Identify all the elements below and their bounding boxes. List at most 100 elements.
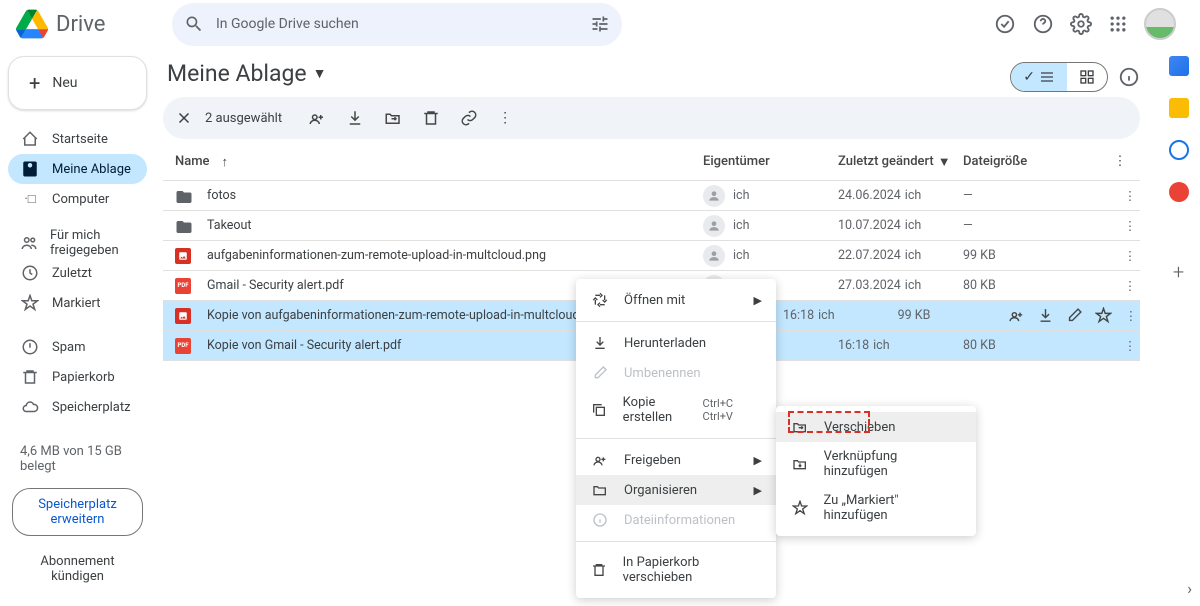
file-row[interactable]: aufgabeninformationen-zum-remote-upload-… <box>163 241 1140 271</box>
chevron-down-icon: ▼ <box>313 65 327 82</box>
add-app-button[interactable]: + <box>1173 260 1184 284</box>
search-bar[interactable]: In Google Drive suchen <box>172 3 622 46</box>
share-icon[interactable] <box>1008 307 1025 324</box>
file-row[interactable]: fotosich24.06.2024ich—⋮ <box>163 181 1140 211</box>
file-size: 99 KB <box>963 248 1083 263</box>
sidebar-item-shared[interactable]: Für mich freigegeben <box>8 228 147 258</box>
contacts-app-icon[interactable] <box>1169 182 1189 202</box>
shortcut-icon <box>790 456 810 472</box>
copy-icon <box>590 402 609 418</box>
row-menu-button[interactable]: ⋮ <box>1120 278 1140 294</box>
sort-up-icon[interactable]: ↑ <box>222 154 229 170</box>
sidebar-item-recent[interactable]: Zuletzt <box>8 258 147 288</box>
ctx-copy[interactable]: Kopie erstellenCtrl+C Ctrl+V <box>576 388 776 432</box>
row-actions <box>1008 307 1112 324</box>
side-panel: + <box>1156 48 1200 606</box>
sidebar-item-computers[interactable]: ·□Computer <box>8 184 147 214</box>
file-name: Takeout <box>207 218 252 233</box>
download-icon[interactable] <box>346 109 364 127</box>
ctx-download[interactable]: Herunterladen <box>576 328 776 358</box>
sidebar-item-storage[interactable]: Speicherplatz <box>8 392 147 422</box>
col-modified[interactable]: Zuletzt geändert <box>838 154 934 169</box>
gear-icon[interactable] <box>1070 13 1092 35</box>
list-view-button[interactable]: ✓ <box>1011 63 1067 91</box>
ctx-organize[interactable]: Organisieren▶ <box>576 475 776 505</box>
row-menu-button[interactable]: ⋮ <box>1120 218 1140 234</box>
ctx-trash[interactable]: In Papierkorb verschieben <box>576 548 776 592</box>
header-bar: Drive In Google Drive suchen <box>0 0 1200 48</box>
calendar-app-icon[interactable] <box>1169 56 1189 76</box>
file-name: Kopie von aufgabeninformationen-zum-remo… <box>207 308 604 323</box>
more-icon[interactable]: ⋮ <box>498 110 512 126</box>
ctx-share[interactable]: Freigeben▶ <box>576 445 776 475</box>
selection-count: 2 ausgewählt <box>205 111 282 126</box>
list-icon <box>1039 69 1055 85</box>
move-icon[interactable] <box>384 109 402 127</box>
drive-logo-icon <box>16 8 48 40</box>
file-size: 80 KB <box>963 278 1083 293</box>
shared-icon <box>20 234 38 252</box>
submenu-move[interactable]: Verschieben <box>776 412 976 442</box>
file-type-icon <box>175 308 191 324</box>
sidebar-item-trash[interactable]: Papierkorb <box>8 362 147 392</box>
info-icon[interactable] <box>1118 66 1140 88</box>
file-size: — <box>963 188 1083 203</box>
row-menu-button[interactable]: ⋮ <box>1120 248 1140 264</box>
row-menu-button[interactable]: ⋮ <box>1120 338 1140 354</box>
file-name: fotos <box>207 188 236 203</box>
avatar[interactable] <box>1144 8 1176 40</box>
keep-app-icon[interactable] <box>1169 98 1189 118</box>
col-name[interactable]: Name <box>175 154 210 169</box>
sidebar-item-home[interactable]: Startseite <box>8 124 147 154</box>
spam-icon <box>20 338 40 356</box>
sidebar-item-starred[interactable]: Markiert <box>8 288 147 318</box>
product-name: Drive <box>56 12 105 37</box>
chevron-down-icon[interactable]: ▼ <box>938 154 951 170</box>
row-menu-button[interactable]: ⋮ <box>1122 308 1140 324</box>
offline-icon[interactable] <box>994 13 1016 35</box>
content-area: Meine Ablage ▼ ✓ 2 ausgewählt ⋮ Name ↑ <box>155 48 1156 606</box>
link-icon[interactable] <box>460 109 478 127</box>
help-icon[interactable] <box>1032 13 1054 35</box>
owner-avatar-icon <box>703 245 725 267</box>
grid-view-button[interactable] <box>1067 63 1107 91</box>
collapse-panel-icon[interactable]: › <box>1187 579 1192 598</box>
storage-text: 4,6 MB von 15 GB belegt <box>8 436 147 482</box>
delete-icon[interactable] <box>422 109 440 127</box>
search-tune-icon[interactable] <box>590 14 610 34</box>
close-selection-button[interactable] <box>175 109 193 127</box>
expand-storage-button[interactable]: Speicherplatz erweitern <box>12 488 143 536</box>
row-menu-button[interactable]: ⋮ <box>1120 188 1140 204</box>
file-row[interactable]: Takeoutich10.07.2024ich—⋮ <box>163 211 1140 241</box>
star-icon[interactable] <box>1095 307 1112 324</box>
file-name: Gmail - Security alert.pdf <box>207 278 344 293</box>
owner-name: ich <box>733 188 749 203</box>
cancel-subscription-link[interactable]: Abonnement kündigen <box>8 542 147 596</box>
apps-icon[interactable] <box>1108 14 1128 34</box>
col-size[interactable]: Dateigröße <box>963 154 1083 169</box>
file-size: — <box>963 218 1083 233</box>
submenu-star[interactable]: Zu „Markiert" hinzufügen <box>776 486 976 530</box>
header-icons <box>994 8 1176 40</box>
tasks-app-icon[interactable] <box>1169 140 1189 160</box>
open-icon <box>590 292 610 308</box>
ctx-rename: Umbenennen <box>576 358 776 388</box>
pencil-icon[interactable] <box>1066 307 1083 324</box>
modified-by: ich <box>905 278 921 293</box>
file-type-icon <box>175 248 191 264</box>
submenu-shortcut[interactable]: Verknüpfung hinzufügen <box>776 442 976 486</box>
sidebar-item-mydrive[interactable]: Meine Ablage <box>8 154 147 184</box>
new-button[interactable]: + Neu <box>8 56 147 110</box>
view-toggle: ✓ <box>1010 62 1108 92</box>
sidebar-item-spam[interactable]: Spam <box>8 332 147 362</box>
star-icon <box>790 500 809 516</box>
page-title[interactable]: Meine Ablage ▼ <box>163 56 326 97</box>
pencil-icon <box>590 365 610 381</box>
col-owner[interactable]: Eigentümer <box>703 154 838 169</box>
download-icon[interactable] <box>1037 307 1054 324</box>
col-menu[interactable]: ⋮ <box>1100 154 1140 169</box>
logo-area[interactable]: Drive <box>16 8 172 40</box>
share-icon[interactable] <box>308 109 326 127</box>
ctx-open-with[interactable]: Öffnen mit▶ <box>576 285 776 315</box>
modified-by: ich <box>905 248 921 263</box>
